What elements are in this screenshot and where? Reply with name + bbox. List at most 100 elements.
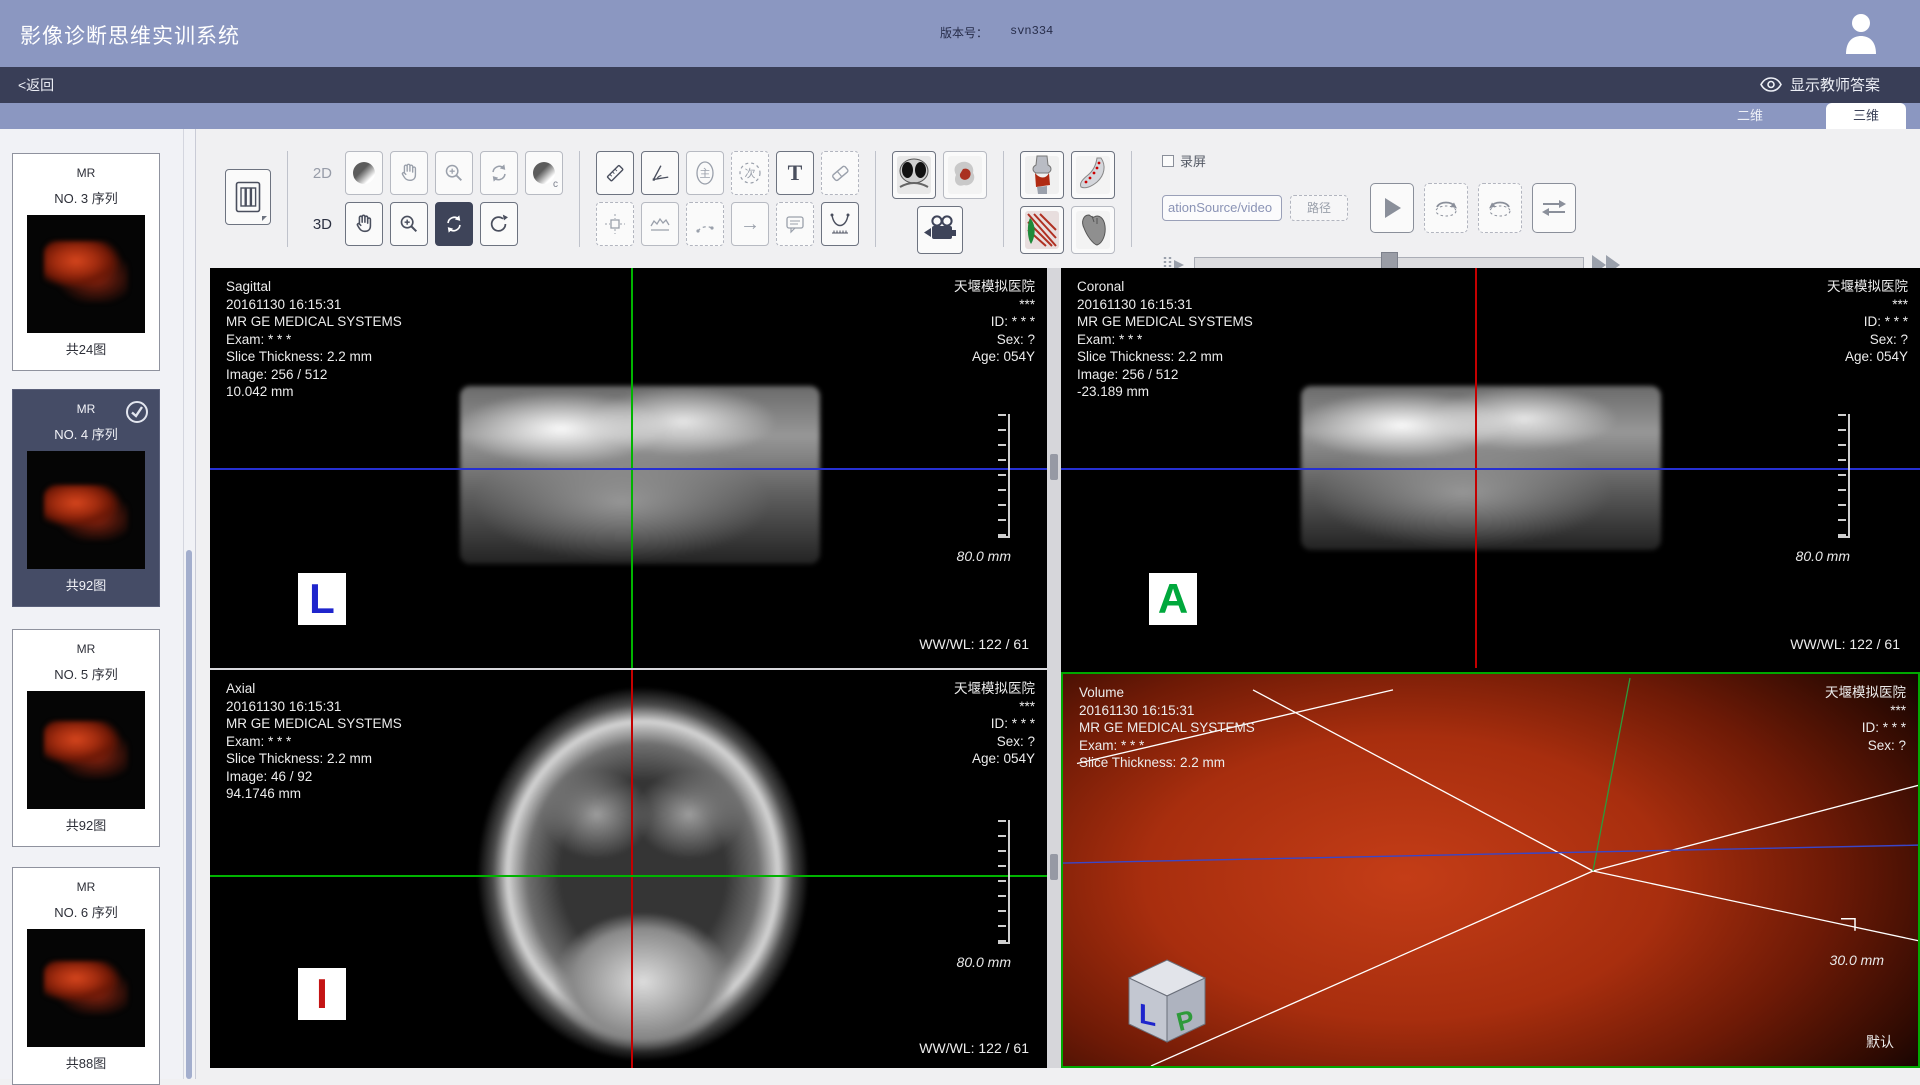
tab-3d[interactable]: 三维 [1826, 103, 1906, 129]
series-modality: MR [13, 880, 159, 894]
viewport-volume[interactable]: Volume 20161130 16:15:31 MR GE MEDICAL S… [1061, 672, 1920, 1068]
crosshair-horizontal-green[interactable] [210, 875, 1047, 877]
series-thumbnail [27, 691, 145, 809]
back-button[interactable]: <返回 [18, 75, 54, 95]
heart-vessel-icon [947, 155, 983, 195]
window-level-label: WW/WL: 122 / 61 [1790, 636, 1900, 652]
video-path-input[interactable]: ationSource/video [1162, 195, 1282, 221]
histogram-curve-icon [648, 212, 672, 236]
tab-2d[interactable]: 二维 [1710, 103, 1790, 129]
orientation-cube[interactable]: L P [1117, 952, 1217, 1048]
divider-handle[interactable] [1050, 854, 1058, 880]
pan-3d-button[interactable] [345, 202, 383, 246]
divider-handle[interactable] [1050, 454, 1058, 480]
scale-ruler [1838, 414, 1850, 538]
series-count: 共24图 [13, 339, 159, 358]
fiber-preset-button[interactable] [1020, 206, 1064, 254]
text-annotation-button[interactable]: T [776, 151, 814, 195]
coronal-info: Coronal 20161130 16:15:31 MR GE MEDICAL … [1077, 278, 1253, 401]
user-avatar-icon[interactable] [1844, 12, 1878, 54]
record-checkbox[interactable] [1162, 155, 1174, 167]
layout-button[interactable] [225, 169, 271, 225]
viewport-horizontal-divider[interactable] [210, 668, 1047, 670]
fiber-texture-icon [1024, 210, 1060, 250]
rotate-3d-button[interactable] [435, 202, 473, 246]
window-level-icon [353, 162, 375, 184]
export-video-button[interactable] [917, 206, 963, 254]
zoom-2d-button[interactable] [435, 151, 473, 195]
pan-2d-button[interactable] [390, 151, 428, 195]
ellipse-primary-button[interactable]: 主 [686, 151, 724, 195]
foot-preset-button[interactable] [1071, 151, 1115, 199]
series-card-6[interactable]: MR NO. 6 序列 共88图 [12, 867, 160, 1085]
scale-ruler [998, 414, 1010, 538]
sagittal-patient-info: 天堰模拟医院 *** ID: * * * Sex: ? Age: 054Y [954, 278, 1035, 366]
hand-icon [398, 161, 420, 185]
heart-preset-button[interactable] [1071, 206, 1115, 254]
reset-rotation-button[interactable] [480, 202, 518, 246]
secondary-label: 次 [745, 165, 756, 181]
orientation-letter-anterior: A [1149, 573, 1197, 625]
scale-ruler [998, 820, 1010, 944]
rotate-2d-button[interactable] [480, 151, 518, 195]
sagittal-info: Sagittal 20161130 16:15:31 MR GE MEDICAL… [226, 278, 402, 401]
toolbar-divider [1131, 151, 1132, 247]
record-label: 录屏 [1180, 151, 1206, 170]
version-label: 版本号： [940, 24, 988, 41]
circle-secondary-button[interactable]: 次 [731, 151, 769, 195]
angle-measure-button[interactable] [641, 151, 679, 195]
orientation-letter-inferior: I [298, 968, 346, 1020]
invert-2d-button[interactable]: c [525, 151, 563, 195]
rotate-ccw-dashed-icon [1486, 196, 1514, 220]
viewport-vertical-divider[interactable] [1047, 268, 1061, 1068]
play-icon [1381, 196, 1403, 220]
series-thumbnail [27, 451, 145, 569]
roi-crosshair-icon [603, 212, 627, 236]
series-thumbnail [27, 215, 145, 333]
viewport-sagittal[interactable]: Sagittal 20161130 16:15:31 MR GE MEDICAL… [210, 268, 1047, 668]
volume-default-preset-label[interactable]: 默认 [1866, 1032, 1894, 1052]
vessel-preset-button[interactable] [943, 151, 987, 199]
sidebar-scrollbar-thumb[interactable] [186, 550, 192, 1079]
viewport-coronal[interactable]: Coronal 20161130 16:15:31 MR GE MEDICAL … [1061, 268, 1920, 668]
series-name: NO. 5 序列 [13, 664, 159, 683]
comment-button[interactable] [776, 202, 814, 246]
arrow-annotation-button[interactable]: → [731, 202, 769, 246]
toolbar: 2D c 3D [197, 129, 1920, 268]
histogram-button[interactable] [641, 202, 679, 246]
video-camera-icon [923, 215, 957, 245]
path-button[interactable]: 路径 [1290, 195, 1348, 221]
series-count: 共92图 [13, 815, 159, 834]
toolbar-divider [1003, 151, 1004, 247]
speech-bubble-icon [783, 212, 807, 236]
knee-preset-button[interactable] [1020, 151, 1064, 199]
viewport-grid: Sagittal 20161130 16:15:31 MR GE MEDICAL… [210, 268, 1920, 1068]
crosshair-horizontal-blue[interactable] [210, 468, 1047, 470]
ruler-measure-button[interactable] [596, 151, 634, 195]
series-thumbnail [27, 929, 145, 1047]
rotate-cw-play-button[interactable] [1424, 183, 1468, 233]
lung-preset-button[interactable] [892, 151, 936, 199]
show-teacher-answer-button[interactable]: 显示教师答案 [1760, 74, 1880, 95]
eraser-button[interactable] [821, 151, 859, 195]
play-button[interactable] [1370, 183, 1414, 233]
zoom-3d-button[interactable] [390, 202, 428, 246]
series-name: NO. 4 序列 [13, 424, 159, 443]
rotate-ccw-play-button[interactable] [1478, 183, 1522, 233]
series-card-5[interactable]: MR NO. 5 序列 共92图 [12, 629, 160, 847]
series-count: 共92图 [13, 575, 159, 594]
window-level-2d-button[interactable] [345, 151, 383, 195]
crosshair-horizontal-blue[interactable] [1061, 468, 1920, 470]
eraser-icon [828, 161, 852, 185]
curve-measure-button[interactable] [821, 202, 859, 246]
crosshair-vertical-red[interactable] [631, 670, 633, 1068]
sidebar-scrollbar[interactable] [183, 129, 193, 1079]
series-card-4[interactable]: MR NO. 4 序列 共92图 [12, 389, 160, 607]
swing-mode-button[interactable] [1532, 183, 1576, 233]
window-level-label: WW/WL: 122 / 61 [919, 636, 1029, 652]
series-card-3[interactable]: MR NO. 3 序列 共24图 [12, 153, 160, 371]
viewport-axial[interactable]: Axial 20161130 16:15:31 MR GE MEDICAL SY… [210, 670, 1047, 1068]
view-mode-tabs: 二维 三维 [0, 103, 1920, 129]
roi-box-button[interactable] [596, 202, 634, 246]
arc-spline-button[interactable] [686, 202, 724, 246]
